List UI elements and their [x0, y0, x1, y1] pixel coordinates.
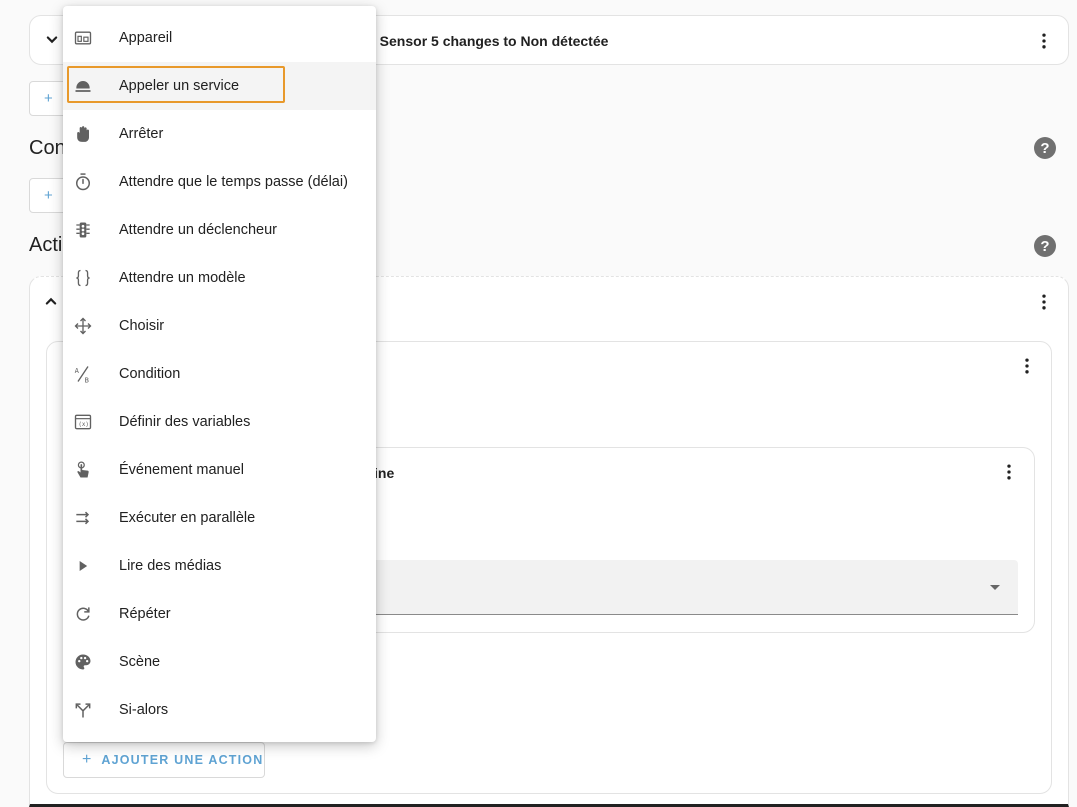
play-icon [47, 556, 119, 576]
menu-item-condition[interactable]: AB Condition [63, 350, 376, 398]
device-icon [47, 28, 119, 48]
action-menu-button[interactable] [1034, 292, 1054, 312]
menu-item-label: Attendre que le temps passe (délai) [119, 174, 348, 190]
dropdown-arrow-icon [990, 585, 1000, 590]
dots-vertical-icon [1042, 33, 1046, 49]
dots-vertical-icon [1007, 464, 1011, 480]
menu-item-arreter[interactable]: Arrêter [63, 110, 376, 158]
nested-action-menu-button[interactable] [1017, 356, 1037, 376]
menu-item-appareil[interactable]: Appareil [63, 14, 376, 62]
svg-text:B: B [85, 375, 89, 384]
menu-item-si-alors[interactable]: Si-alors [63, 686, 376, 734]
menu-item-repeter[interactable]: Répéter [63, 590, 376, 638]
inner-action-menu-button[interactable] [999, 462, 1019, 482]
menu-item-label: Arrêter [119, 126, 164, 142]
dots-vertical-icon [1042, 294, 1046, 310]
menu-item-label: Scène [119, 654, 161, 670]
service-select[interactable] [360, 560, 1018, 615]
timer-icon [47, 172, 119, 192]
menu-item-choisir[interactable]: Choisir [63, 302, 376, 350]
conditions-help-icon[interactable]: ? [1034, 137, 1056, 159]
arrows-all-icon [47, 316, 119, 336]
menu-item-label: Répéter [119, 606, 171, 622]
menu-item-label: Lire des médias [119, 558, 222, 574]
menu-item-label: Appeler un service [119, 78, 240, 94]
actions-help-icon[interactable]: ? [1034, 235, 1056, 257]
menu-item-label: Événement manuel [119, 462, 244, 478]
condition-ab-icon: AB [47, 364, 119, 384]
add-action-label: AJOUTER UNE ACTION [101, 753, 264, 767]
trigger-title: e Sensor 5 changes to Non détectée [368, 33, 609, 49]
menu-item-label: Si-alors [119, 702, 169, 718]
menu-item-lire-medias[interactable]: Lire des médias [63, 542, 376, 590]
traffic-light-icon [47, 220, 119, 240]
refresh-icon [47, 604, 119, 624]
menu-item-definir-variables[interactable]: (x) Définir des variables [63, 398, 376, 446]
menu-item-attendre-delai[interactable]: Attendre que le temps passe (délai) [63, 158, 376, 206]
parallel-arrows-icon [47, 508, 119, 528]
plus-icon: + [82, 751, 92, 768]
call-split-icon [47, 700, 119, 720]
chevron-up-icon[interactable] [41, 291, 61, 311]
code-braces-icon [47, 268, 119, 288]
menu-item-appeler-un-service[interactable]: Appeler un service [63, 62, 376, 110]
menu-item-label: Attendre un modèle [119, 270, 246, 286]
trigger-menu-button[interactable] [1034, 31, 1054, 51]
menu-item-scene[interactable]: Scène [63, 638, 376, 686]
add-action-button[interactable]: + AJOUTER UNE ACTION [63, 742, 265, 778]
menu-item-label: Appareil [119, 30, 173, 46]
menu-item-label: Condition [119, 366, 181, 382]
menu-item-attendre-modele[interactable]: Attendre un modèle [63, 254, 376, 302]
menu-item-label: Attendre un déclencheur [119, 222, 277, 238]
hand-stop-icon [47, 124, 119, 144]
gesture-tap-icon [47, 460, 119, 480]
svg-text:(x): (x) [78, 422, 89, 428]
svg-text:A: A [75, 366, 80, 375]
menu-item-label: Choisir [119, 318, 165, 334]
menu-item-label: Exécuter en parallèle [119, 510, 256, 526]
inner-action-title: ine [374, 465, 395, 481]
variable-box-icon: (x) [47, 412, 119, 432]
palette-icon [47, 652, 119, 672]
menu-item-attendre-declencheur[interactable]: Attendre un déclencheur [63, 206, 376, 254]
menu-item-label: Définir des variables [119, 414, 251, 430]
dots-vertical-icon [1025, 358, 1029, 374]
action-type-menu: Appareil Appeler un service Arrêter Atte… [63, 6, 376, 742]
service-bell-icon [47, 76, 119, 96]
menu-item-executer-parallele[interactable]: Exécuter en parallèle [63, 494, 376, 542]
menu-item-evenement-manuel[interactable]: Événement manuel [63, 446, 376, 494]
